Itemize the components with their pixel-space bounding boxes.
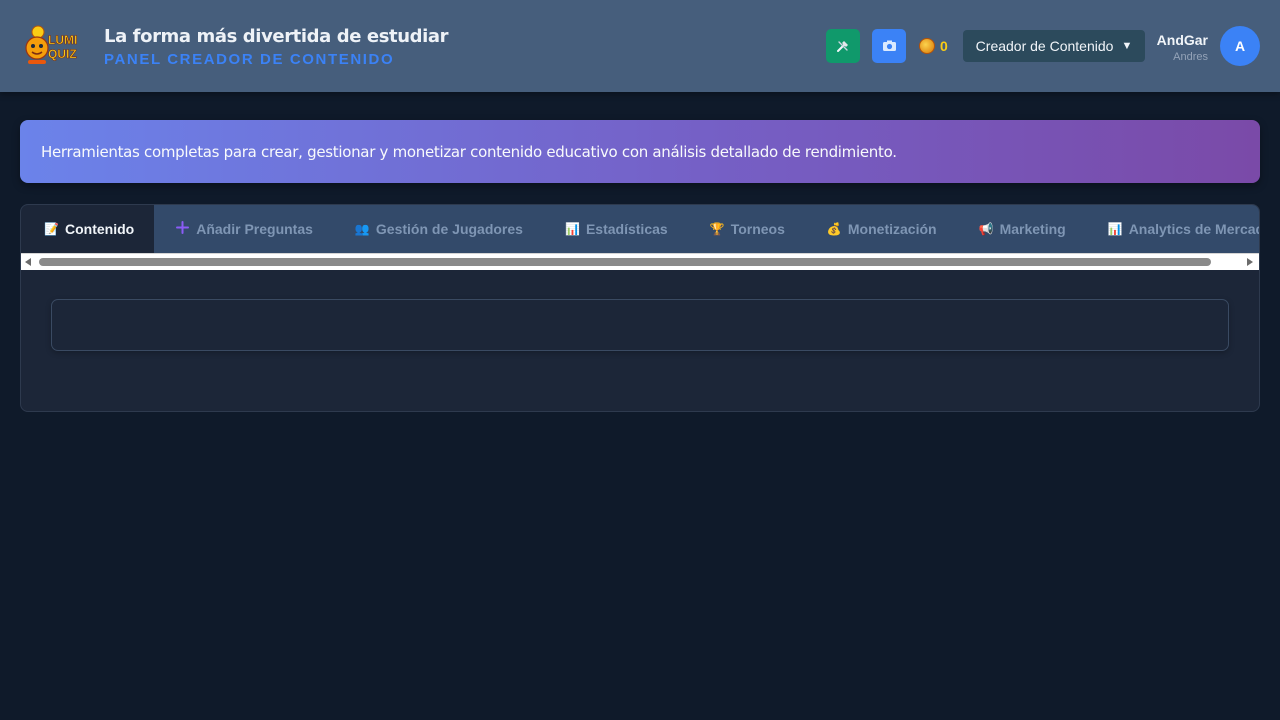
bar-chart-icon: 📊 [1107, 222, 1123, 236]
tab-label: Contenido [65, 221, 135, 237]
logo-text-top: LUMI [48, 33, 77, 47]
tab-marketing[interactable]: 📢 Marketing [958, 205, 1087, 253]
tab-label: Gestión de Jugadores [375, 221, 523, 237]
document-icon: 📝 [44, 222, 59, 236]
bar-chart-icon: 📊 [564, 222, 580, 236]
coin-icon [919, 38, 935, 54]
tab-anadir-preguntas[interactable]: Añadir Preguntas [154, 205, 334, 253]
money-bag-icon: 💰 [826, 222, 842, 236]
tools-icon [837, 41, 848, 52]
role-select-value: Creador de Contenido [975, 38, 1114, 54]
tab-label: Añadir Preguntas [196, 221, 313, 237]
tab-label: Marketing [999, 221, 1066, 237]
trophy-icon: 🏆 [709, 222, 725, 236]
creator-panel: 📝 Contenido Añadir Preguntas 👥 Gestión d… [20, 204, 1260, 412]
avatar[interactable]: A [1220, 26, 1260, 66]
tab-estadisticas[interactable]: 📊 Estadísticas [544, 205, 689, 253]
tab-scrollbar[interactable] [21, 253, 1259, 270]
coin-count: 0 [940, 38, 948, 54]
users-icon: 👥 [354, 222, 370, 236]
panel-subtitle: PANEL CREADOR DE CONTENIDO [104, 51, 395, 68]
plus-icon [175, 221, 189, 237]
tab-label: Torneos [730, 221, 785, 237]
tab-torneos[interactable]: 🏆 Torneos [689, 205, 806, 253]
logo-text-bottom: QUIZ [48, 47, 77, 61]
scrollbar-thumb[interactable] [39, 258, 1211, 266]
tools-button[interactable] [826, 29, 860, 63]
tab-analytics-mercado[interactable]: 📊 Analytics de Mercado [1087, 205, 1260, 253]
tab-label: Estadísticas [585, 221, 668, 237]
tab-bar: 📝 Contenido Añadir Preguntas 👥 Gestión d… [21, 205, 1260, 253]
camera-button[interactable] [872, 29, 906, 63]
camera-icon [882, 40, 896, 51]
user-fullname: Andres [1173, 51, 1208, 63]
content-area [51, 299, 1229, 351]
tab-label: Analytics de Mercado [1128, 221, 1260, 237]
tab-monetizacion[interactable]: 💰 Monetización [806, 205, 958, 253]
user-name: AndGar [1156, 32, 1208, 48]
megaphone-icon: 📢 [978, 222, 994, 236]
lumi-quiz-logo[interactable]: LUMI QUIZ [24, 24, 88, 68]
scroll-right-arrow-icon[interactable] [1247, 258, 1253, 266]
banner-text: Herramientas completas para crear, gesti… [41, 142, 897, 161]
scroll-left-arrow-icon[interactable] [25, 258, 31, 266]
tab-contenido[interactable]: 📝 Contenido [21, 205, 155, 253]
tab-label: Monetización [847, 221, 937, 237]
chevron-down-icon: ▼ [1121, 40, 1133, 52]
tab-gestion-jugadores[interactable]: 👥 Gestión de Jugadores [334, 205, 544, 253]
app-header: LUMI QUIZ La forma más divertida de estu… [0, 0, 1280, 92]
info-banner: Herramientas completas para crear, gesti… [20, 120, 1260, 183]
app-title: La forma más divertida de estudiar [104, 26, 449, 47]
coin-balance: 0 [919, 37, 948, 55]
role-select[interactable]: Creador de Contenido ▼ [963, 30, 1145, 62]
